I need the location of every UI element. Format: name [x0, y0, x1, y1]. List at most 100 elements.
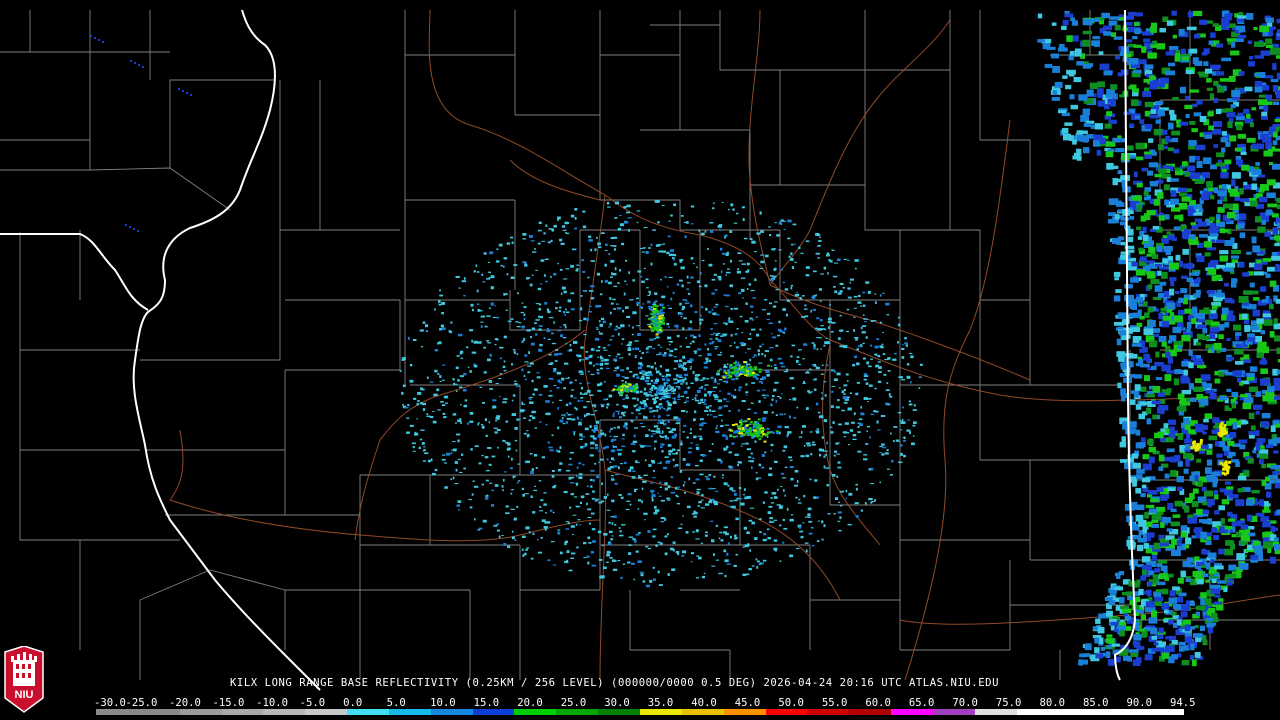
echo-pixel: [836, 453, 840, 455]
echo-pixel: [607, 543, 612, 546]
echo-pixel: [717, 370, 721, 373]
echo-pixel: [420, 429, 425, 431]
echo-pixel: [610, 302, 614, 305]
echo-pixel: [791, 243, 794, 246]
echo-pixel: [802, 295, 805, 297]
echo-pixel: [819, 453, 822, 457]
echo-pixel: [828, 317, 832, 321]
echo-pixel: [738, 292, 742, 295]
echo-pixel: [817, 234, 821, 237]
echo-pixel: [1037, 13, 1043, 19]
echo-pixel: [1216, 292, 1225, 298]
echo-pixel: [1239, 529, 1247, 533]
echo-pixel: [658, 385, 663, 388]
echo-pixel: [555, 449, 558, 452]
echo-pixel: [483, 252, 487, 255]
echo-pixel: [545, 413, 549, 415]
echo-pixel: [1267, 266, 1275, 272]
echo-pixel: [516, 353, 519, 355]
echo-pixel: [829, 426, 833, 428]
echo-pixel: [560, 292, 563, 295]
echo-pixel: [614, 328, 618, 331]
echo-pixel: [543, 526, 548, 529]
echo-pixel: [624, 280, 627, 283]
echo-pixel: [1169, 277, 1177, 282]
echo-pixel: [1188, 140, 1197, 146]
echo-pixel: [772, 248, 776, 250]
echo-pixel: [751, 436, 755, 439]
echo-pixel: [683, 221, 688, 223]
echo-pixel: [781, 365, 786, 368]
echo-pixel: [1110, 103, 1116, 107]
echo-pixel: [900, 453, 903, 456]
echo-pixel: [480, 325, 483, 328]
echo-pixel: [686, 275, 689, 279]
echo-pixel: [1150, 627, 1158, 635]
echo-pixel: [766, 528, 770, 531]
echo-pixel: [821, 448, 824, 452]
echo-pixel: [847, 296, 851, 299]
echo-pixel: [891, 459, 894, 463]
echo-pixel: [479, 386, 483, 388]
echo-pixel: [701, 493, 704, 497]
echo-pixel: [782, 449, 786, 452]
echo-pixel: [723, 549, 727, 553]
echo-pixel: [1189, 234, 1196, 240]
echo-pixel: [1168, 419, 1177, 425]
echo-pixel: [615, 355, 618, 358]
echo-pixel: [727, 542, 730, 545]
echo-pixel: [629, 503, 632, 506]
echo-pixel: [543, 274, 546, 277]
echo-pixel: [1271, 252, 1279, 256]
echo-pixel: [1249, 366, 1258, 372]
echo-pixel: [1144, 110, 1151, 117]
echo-pixel: [673, 378, 678, 381]
echo-pixel: [604, 250, 608, 251]
echo-pixel: [1051, 53, 1059, 59]
echo-pixel: [640, 573, 644, 577]
echo-pixel: [860, 412, 865, 416]
echo-pixel: [565, 377, 570, 379]
echo-pixel: [660, 521, 664, 523]
echo-pixel: [679, 279, 683, 282]
echo-pixel: [648, 290, 651, 293]
echo-pixel: [1182, 232, 1190, 240]
echo-pixel: [499, 346, 504, 349]
echo-pixel: [682, 431, 686, 433]
echo-pixel: [627, 493, 632, 496]
echo-pixel: [638, 362, 643, 365]
echo-pixel: [912, 435, 915, 437]
echo-pixel: [662, 386, 665, 390]
echo-pixel: [834, 290, 838, 294]
echo-pixel: [563, 491, 568, 494]
echo-pixel: [584, 415, 587, 418]
echo-pixel: [810, 310, 812, 313]
echo-pixel: [652, 528, 657, 531]
echo-pixel: [743, 488, 746, 491]
echo-pixel: [740, 423, 744, 426]
echo-pixel: [838, 337, 841, 340]
echo-pixel: [563, 313, 566, 316]
echo-pixel: [1129, 457, 1134, 463]
echo-pixel: [473, 270, 476, 273]
echo-pixel: [708, 450, 712, 453]
echo-pixel: [1175, 290, 1180, 295]
echo-pixel: [578, 473, 583, 476]
echo-pixel: [701, 306, 704, 309]
echo-pixel: [670, 386, 673, 388]
echo-pixel: [733, 564, 737, 567]
echo-pixel: [604, 433, 607, 437]
echo-pixel: [673, 262, 677, 266]
echo-pixel: [762, 433, 766, 436]
echo-pixel: [842, 396, 848, 400]
echo-pixel: [621, 380, 624, 382]
echo-pixel: [767, 312, 771, 315]
echo-pixel: [576, 505, 581, 508]
echo-pixel: [634, 427, 639, 429]
echo-pixel: [648, 373, 651, 376]
echo-pixel: [618, 332, 620, 336]
echo-pixel: [1254, 81, 1263, 88]
echo-pixel: [1082, 18, 1093, 26]
echo-pixel: [481, 483, 484, 486]
echo-pixel: [1178, 405, 1186, 412]
